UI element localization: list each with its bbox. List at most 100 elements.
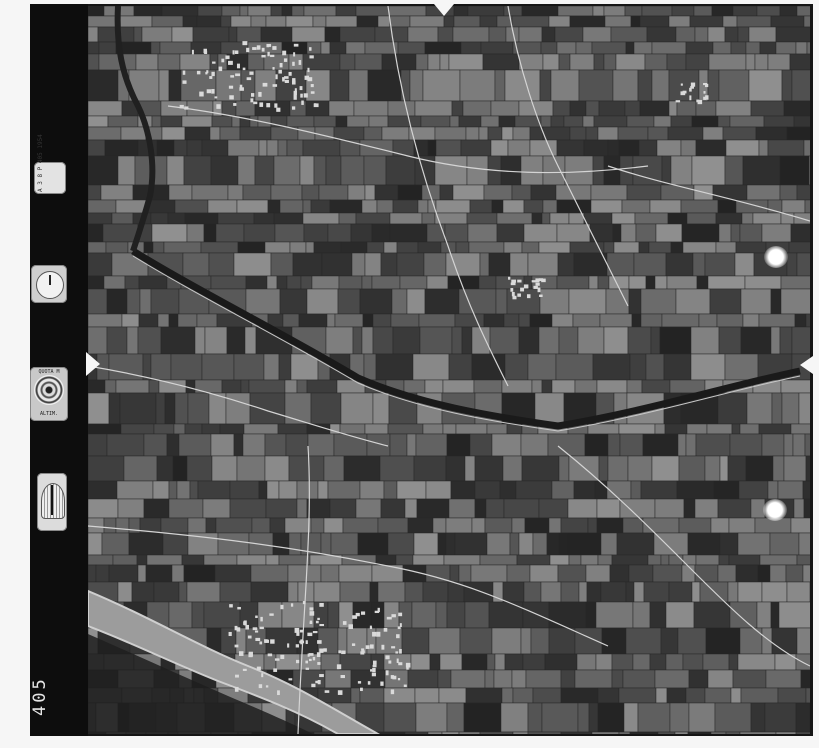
field-parcel: [447, 275, 480, 290]
field-parcel: [595, 653, 613, 671]
field-parcel: [449, 564, 460, 583]
field-parcel: [742, 155, 781, 186]
field-parcel: [611, 554, 649, 566]
field-parcel: [443, 15, 455, 28]
field-parcel: [225, 392, 251, 425]
building: [372, 664, 377, 668]
field-parcel: [759, 554, 798, 566]
field-parcel: [389, 15, 411, 28]
field-parcel: [361, 199, 378, 214]
field-parcel: [649, 653, 667, 671]
field-parcel: [329, 69, 350, 102]
note-label-text: A 3 8 P 405 1954: [37, 134, 44, 192]
field-parcel: [490, 139, 509, 157]
light-flare: [764, 246, 788, 268]
building: [390, 675, 394, 679]
field-parcel: [334, 313, 364, 328]
field-parcel: [266, 480, 280, 500]
field-parcel: [98, 53, 137, 71]
field-parcel: [728, 554, 761, 566]
field-parcel: [307, 433, 335, 457]
field-parcel: [285, 15, 314, 28]
field-parcel: [587, 423, 620, 435]
building: [689, 87, 692, 92]
building: [199, 91, 204, 97]
field-parcel: [449, 115, 460, 128]
field-parcel: [611, 212, 636, 225]
field-parcel: [740, 288, 772, 315]
field-parcel: [650, 326, 661, 355]
light-flare: [763, 499, 787, 521]
field-parcel: [88, 53, 100, 71]
field-parcel: [532, 687, 562, 704]
field-parcel: [520, 155, 544, 186]
field-parcel: [551, 480, 575, 500]
field-parcel: [531, 212, 543, 225]
field-parcel: [237, 155, 256, 186]
field-parcel: [458, 564, 472, 583]
field-parcel: [117, 498, 145, 519]
field-parcel: [455, 423, 488, 435]
field-parcel: [482, 53, 520, 71]
field-parcel: [221, 6, 241, 17]
field-parcel: [529, 139, 558, 157]
building: [264, 639, 269, 643]
building: [312, 631, 318, 634]
field-parcel: [660, 184, 695, 201]
field-parcel: [779, 155, 810, 186]
field-parcel: [556, 139, 585, 157]
field-parcel: [598, 455, 609, 482]
field-parcel: [803, 498, 810, 519]
field-parcel: [718, 554, 730, 566]
field-parcel: [786, 252, 798, 277]
field-parcel: [424, 41, 462, 55]
field-parcel: [687, 532, 721, 556]
field-parcel: [355, 6, 390, 17]
field-parcel: [300, 275, 313, 290]
field-parcel: [790, 423, 810, 435]
building: [312, 656, 316, 661]
building: [250, 98, 254, 103]
field-parcel: [763, 115, 795, 128]
field-parcel: [560, 517, 589, 534]
field-parcel: [443, 554, 481, 566]
field-parcel: [299, 155, 315, 186]
field-parcel: [184, 423, 203, 435]
building: [680, 83, 683, 86]
field-parcel: [471, 353, 506, 381]
field-parcel: [343, 455, 381, 482]
building: [385, 670, 389, 676]
field-parcel: [103, 275, 126, 290]
field-parcel: [192, 26, 230, 43]
field-parcel: [88, 241, 107, 254]
field-parcel: [215, 517, 253, 534]
field-parcel: [380, 498, 406, 519]
building: [398, 662, 403, 666]
field-parcel: [641, 6, 673, 17]
field-parcel: [504, 69, 541, 102]
field-parcel: [377, 15, 391, 28]
field-parcel: [189, 480, 199, 500]
building: [260, 616, 263, 622]
field-parcel: [654, 423, 666, 435]
field-parcel: [428, 627, 461, 655]
field-parcel: [607, 139, 620, 157]
field-parcel: [622, 669, 656, 689]
field-parcel: [488, 26, 507, 43]
field-parcel: [767, 139, 805, 157]
field-parcel: [146, 554, 183, 566]
building: [274, 658, 280, 661]
field-parcel: [131, 581, 155, 603]
building: [221, 58, 225, 63]
field-parcel: [796, 627, 810, 655]
field-parcel: [464, 455, 476, 482]
field-parcel: [374, 184, 399, 201]
field-parcel: [305, 69, 331, 102]
field-parcel: [623, 702, 639, 733]
field-parcel: [460, 139, 492, 157]
field-mosaic: [88, 6, 810, 734]
field-parcel: [642, 517, 680, 534]
field-parcel: [463, 581, 494, 603]
field-parcel: [790, 517, 810, 534]
field-parcel: [529, 564, 559, 583]
